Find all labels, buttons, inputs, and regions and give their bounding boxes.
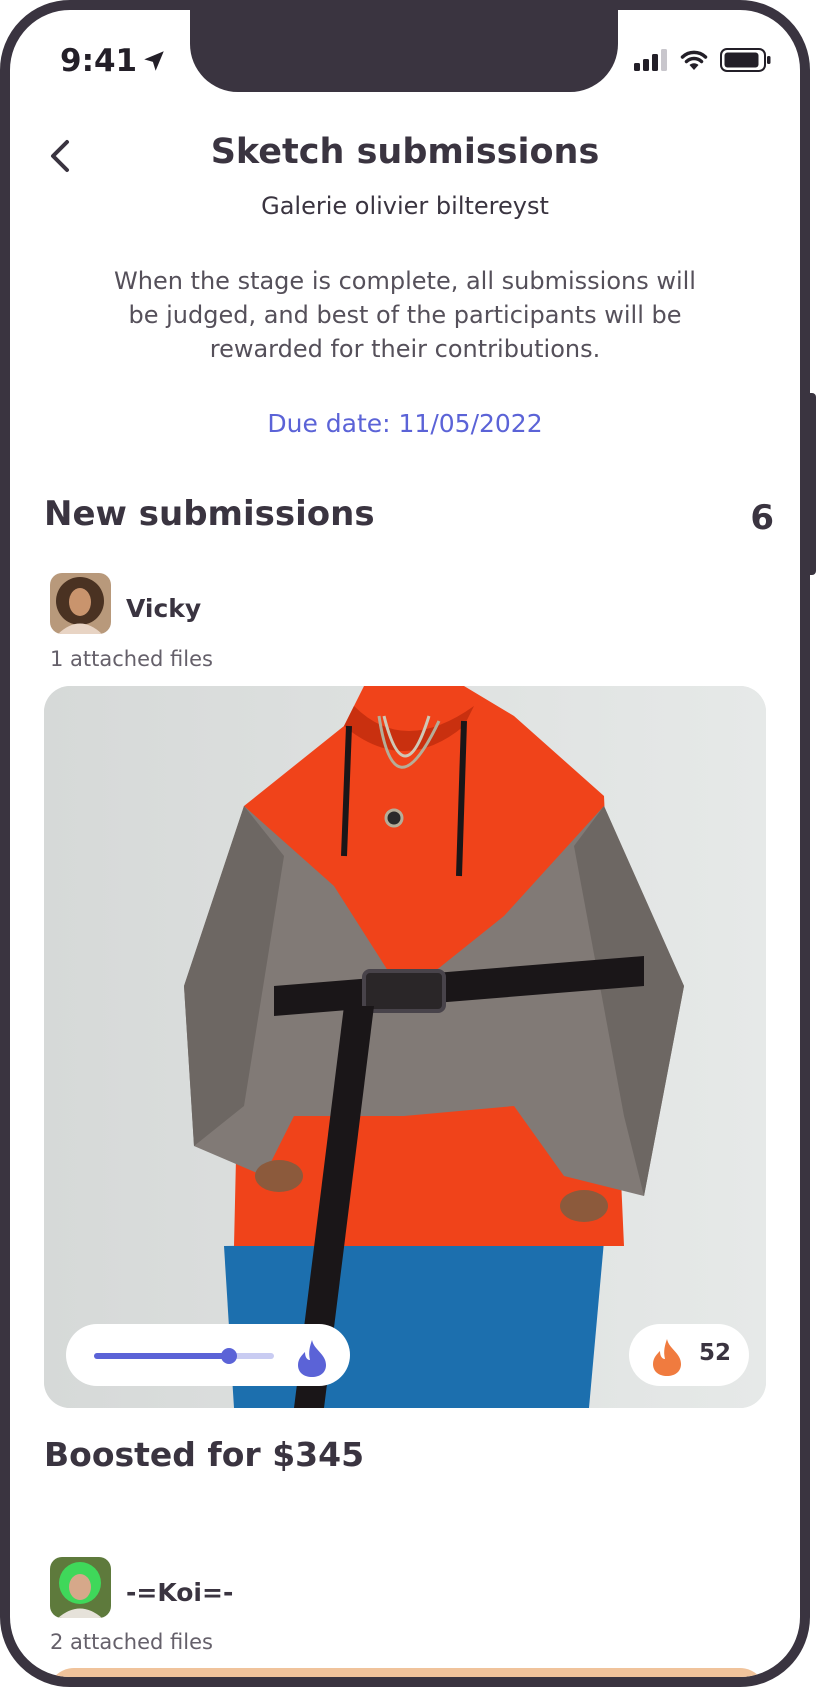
attached-files-count: 1 attached files: [50, 647, 213, 671]
section-title: New submissions: [44, 494, 375, 534]
status-time-label: 9:41: [60, 43, 138, 79]
cellular-signal-icon: [634, 49, 667, 71]
wifi-icon: [680, 50, 708, 70]
submission-photo: [44, 686, 766, 1408]
side-button: [806, 393, 816, 575]
stage-description: When the stage is complete, all submissi…: [114, 267, 696, 363]
due-date: Due date: 11/05/2022: [267, 409, 543, 438]
status-time: 9:41: [60, 43, 167, 79]
submission-image[interactable]: 52: [44, 686, 766, 1408]
likes-badge[interactable]: 52: [629, 1324, 749, 1386]
likes-count: 52: [699, 1340, 732, 1366]
avatar[interactable]: [50, 1557, 111, 1618]
avatar-image: [50, 1557, 111, 1618]
flame-icon: [298, 1340, 326, 1377]
page-title: Sketch submissions: [210, 132, 600, 172]
phone-frame: 9:41 Sketch submissions Galerie olivier …: [0, 0, 810, 1687]
status-indicators: [634, 48, 772, 72]
submitter-name[interactable]: Vicky: [126, 594, 201, 623]
attached-files-count: 2 attached files: [50, 1630, 213, 1654]
submission-image[interactable]: [48, 1668, 766, 1677]
notch: [190, 10, 618, 92]
boost-slider-fill: [94, 1353, 229, 1359]
fire-icon: [653, 1339, 681, 1376]
boost-slider-track[interactable]: [94, 1348, 274, 1364]
page-subtitle: Galerie olivier biltereyst: [261, 192, 549, 220]
submitter-name[interactable]: -=Koi=-: [126, 1578, 233, 1607]
location-arrow-icon: [144, 51, 164, 71]
avatar-image: [50, 573, 111, 634]
battery-icon: [720, 48, 771, 72]
boost-slider-handle[interactable]: [221, 1348, 237, 1364]
submission-count: 6: [750, 498, 774, 538]
boost-amount: Boosted for $345: [44, 1435, 365, 1474]
boost-slider-card[interactable]: [66, 1324, 350, 1386]
avatar[interactable]: [50, 573, 111, 634]
